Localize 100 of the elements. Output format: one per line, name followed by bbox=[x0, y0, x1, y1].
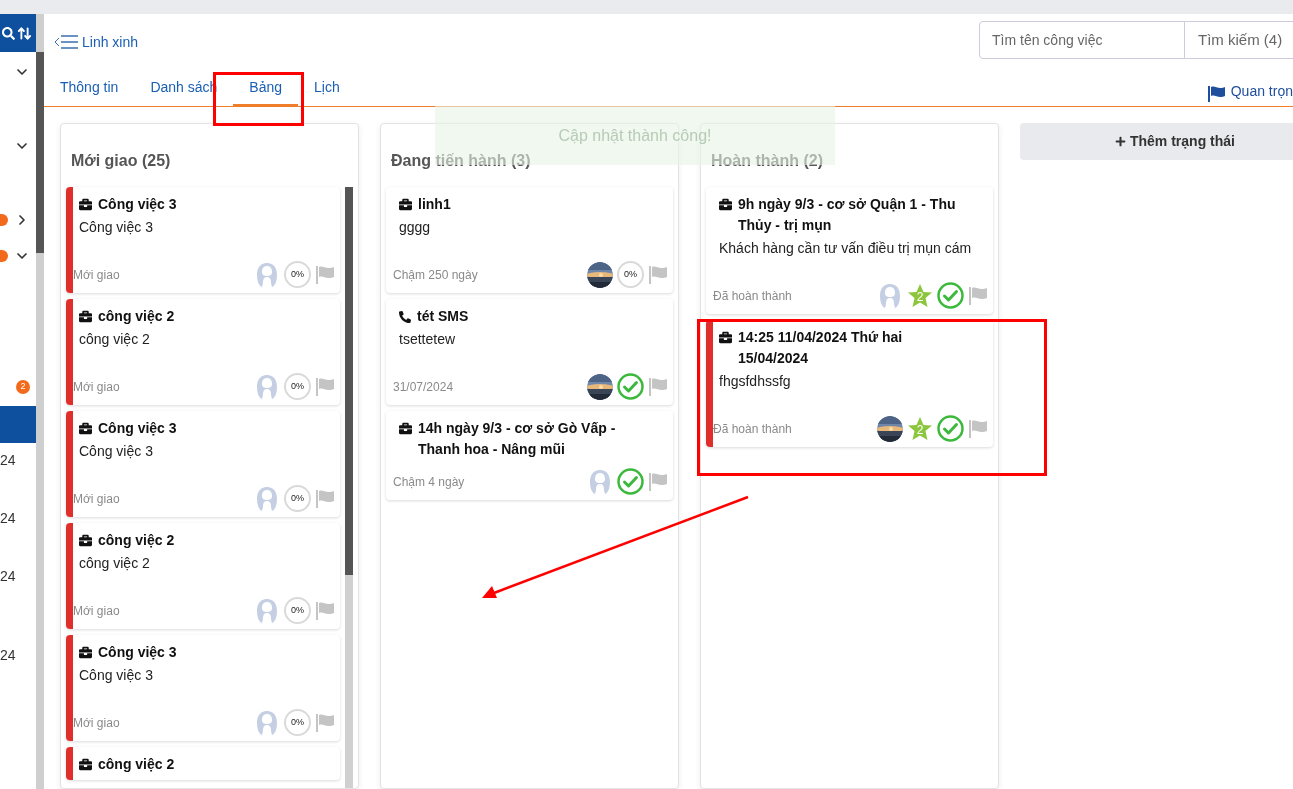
card-status: Chậm 4 ngày bbox=[393, 473, 465, 491]
sidebar-item[interactable]: 24 bbox=[0, 452, 16, 468]
flag-icon[interactable] bbox=[968, 286, 988, 305]
card-description: công việc 2 bbox=[79, 331, 150, 347]
check-circle-icon bbox=[937, 415, 964, 442]
search-button[interactable]: Tìm kiếm (4) bbox=[1185, 21, 1293, 59]
flag-icon[interactable] bbox=[315, 713, 335, 732]
flag-icon[interactable] bbox=[315, 377, 335, 396]
progress-badge: 0% bbox=[284, 261, 311, 288]
search-icon[interactable] bbox=[2, 26, 15, 40]
plus-icon bbox=[1115, 136, 1126, 147]
card-title: 14:25 11/04/2024 Thứ hai 15/04/2024 bbox=[738, 328, 904, 368]
scrollbar[interactable] bbox=[345, 187, 353, 788]
task-card[interactable]: 14:25 11/04/2024 Thứ hai 15/04/2024 fhgsfdhssfg Đã hoàn thành 2 bbox=[706, 320, 993, 447]
star-icon bbox=[907, 282, 933, 309]
sidebar-item[interactable]: 24 bbox=[0, 568, 16, 584]
card-title: 9h ngày 9/3 - cơ sở Quận 1 - Thu Thủy - trị mụn bbox=[738, 195, 957, 235]
briefcase-icon bbox=[79, 310, 92, 323]
add-status-button[interactable]: Thêm trạng thái bbox=[1020, 123, 1293, 160]
column-title: Mới giao (25) bbox=[71, 151, 171, 171]
progress-badge: 0% bbox=[284, 709, 311, 736]
briefcase-icon bbox=[79, 534, 92, 547]
column-title: Hoàn thành (2) bbox=[711, 151, 823, 171]
flag-icon[interactable] bbox=[315, 489, 335, 508]
card-status: Mới giao bbox=[73, 602, 120, 620]
flag-icon[interactable] bbox=[315, 601, 335, 620]
sidebar-item[interactable]: 24 bbox=[0, 510, 16, 526]
toast-message: Cập nhật thành công! bbox=[558, 125, 712, 146]
check-circle-icon bbox=[937, 282, 964, 309]
briefcase-icon bbox=[79, 198, 92, 211]
briefcase-icon bbox=[399, 422, 412, 435]
card-title: Công việc 3 bbox=[98, 643, 177, 662]
card-title: tét SMS bbox=[417, 307, 469, 326]
sort-icon[interactable] bbox=[17, 25, 32, 41]
card-status: Mới giao bbox=[73, 714, 120, 732]
task-card[interactable]: Công việc 3 Công việc 3 Mới giao 0% bbox=[66, 411, 340, 517]
column-title: Đang tiến hành (3) bbox=[391, 151, 531, 171]
card-description: fhgsfdhssfg bbox=[719, 373, 791, 389]
briefcase-icon bbox=[719, 331, 732, 344]
star-count: 2 bbox=[916, 289, 924, 306]
progress-badge: 0% bbox=[284, 597, 311, 624]
briefcase-icon bbox=[399, 198, 412, 211]
card-title: công việc 2 bbox=[98, 755, 175, 774]
flag-icon[interactable] bbox=[968, 419, 988, 438]
search-field[interactable]: Tìm tên công việc bbox=[979, 21, 1185, 59]
task-card[interactable]: tét SMS tsettetew 31/07/2024 bbox=[386, 299, 673, 405]
back-menu-icon bbox=[54, 34, 80, 50]
card-title: 14h ngày 9/3 - cơ sở Gò Vấp - Thanh hoa - Nâng mũi bbox=[418, 419, 617, 459]
back-link[interactable]: Linh xinh bbox=[54, 31, 139, 53]
check-circle-icon bbox=[617, 468, 644, 495]
card-title: linh1 bbox=[418, 195, 451, 214]
card-description: gggg bbox=[399, 219, 431, 235]
card-description: Công việc 3 bbox=[79, 443, 153, 459]
task-card[interactable]: Công việc 3 Công việc 3 Mới giao 0% bbox=[66, 635, 340, 741]
card-title: công việc 2 bbox=[98, 307, 175, 326]
card-status: Đã hoàn thành bbox=[713, 287, 792, 305]
phone-icon bbox=[399, 310, 411, 323]
card-description: Công việc 3 bbox=[79, 219, 153, 235]
task-card[interactable]: 9h ngày 9/3 - cơ sở Quận 1 - Thu Thủy - trị mụn Khách hàng cần tư vấn điều trị mụn cám Đã hoàn thành 2 bbox=[706, 187, 993, 314]
card-status: Chậm 250 ngày bbox=[393, 266, 478, 284]
tab[interactable]: Bảng bbox=[233, 70, 298, 106]
card-title: Công việc 3 bbox=[98, 419, 177, 438]
card-description: Khách hàng cần tư vấn điều trị mụn cám bbox=[719, 240, 972, 256]
card-status: Đã hoàn thành bbox=[713, 420, 792, 438]
card-description: tsettetew bbox=[399, 331, 456, 347]
card-status: Mới giao bbox=[73, 266, 120, 284]
progress-badge: 0% bbox=[284, 485, 311, 512]
sidebar-item[interactable] bbox=[0, 406, 36, 443]
task-card[interactable]: Công việc 3 Công việc 3 Mới giao 0% bbox=[66, 187, 340, 293]
flag-icon bbox=[1207, 86, 1225, 102]
star-icon bbox=[907, 415, 933, 442]
star-count: 2 bbox=[916, 422, 924, 439]
card-status: 31/07/2024 bbox=[393, 378, 454, 396]
task-card[interactable]: linh1 gggg Chậm 250 ngày 0% bbox=[386, 187, 673, 293]
flag-icon[interactable] bbox=[648, 472, 668, 491]
flag-icon[interactable] bbox=[648, 265, 668, 284]
briefcase-icon bbox=[79, 422, 92, 435]
progress-badge: 0% bbox=[284, 373, 311, 400]
tab[interactable]: Thông tin bbox=[44, 70, 135, 106]
card-description: công việc 2 bbox=[79, 555, 150, 571]
briefcase-icon bbox=[79, 758, 92, 771]
count-badge: 2 bbox=[16, 380, 30, 394]
briefcase-icon bbox=[719, 198, 732, 211]
task-card[interactable]: 14h ngày 9/3 - cơ sở Gò Vấp - Thanh hoa - Nâng mũi Chậm 4 ngày bbox=[386, 411, 673, 500]
important-filter[interactable]: Quan trọn bbox=[1207, 70, 1293, 106]
task-card[interactable]: công việc 2 công việc 2 Mới giao 0% bbox=[66, 299, 340, 405]
card-title: Công việc 3 bbox=[98, 195, 177, 214]
sidebar-item[interactable]: 24 bbox=[0, 647, 16, 663]
flag-icon[interactable] bbox=[315, 265, 335, 284]
card-status: Mới giao bbox=[73, 490, 120, 508]
card-status: Mới giao bbox=[73, 378, 120, 396]
card-title: công việc 2 bbox=[98, 531, 175, 550]
scrollbar[interactable] bbox=[36, 14, 44, 789]
flag-icon[interactable] bbox=[648, 377, 668, 396]
task-card[interactable]: công việc 2 bbox=[66, 747, 340, 780]
tab[interactable]: Lịch bbox=[298, 70, 356, 106]
task-card[interactable]: công việc 2 công việc 2 Mới giao 0% bbox=[66, 523, 340, 629]
progress-badge: 0% bbox=[617, 261, 644, 288]
card-description: Công việc 3 bbox=[79, 667, 153, 683]
check-circle-icon bbox=[617, 373, 644, 400]
